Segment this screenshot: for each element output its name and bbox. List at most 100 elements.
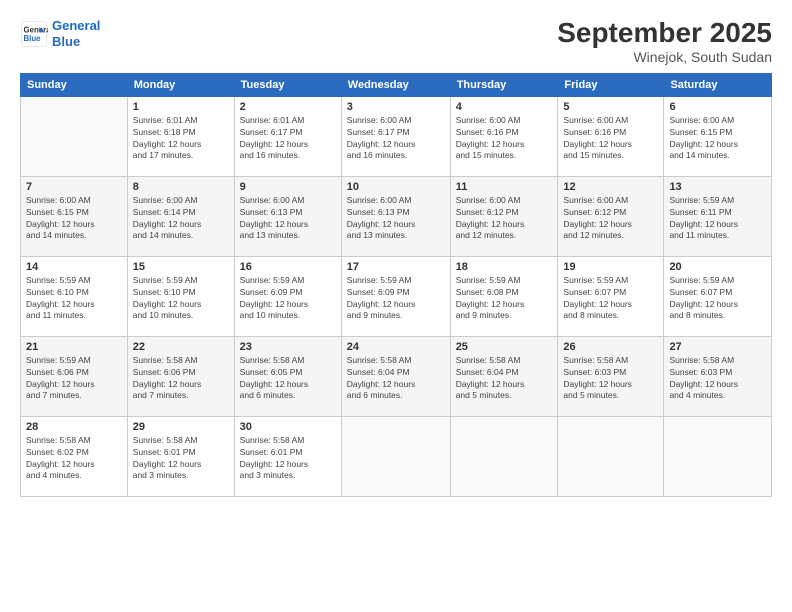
week-row-5: 28Sunrise: 5:58 AM Sunset: 6:02 PM Dayli… xyxy=(21,416,772,496)
day-info: Sunrise: 5:59 AM Sunset: 6:09 PM Dayligh… xyxy=(240,275,336,323)
svg-text:General: General xyxy=(24,25,49,34)
day-info: Sunrise: 6:00 AM Sunset: 6:16 PM Dayligh… xyxy=(563,115,658,163)
day-info: Sunrise: 5:58 AM Sunset: 6:06 PM Dayligh… xyxy=(133,355,229,403)
calendar-cell: 15 Sunrise: 5:59 AM Sunset: 6:10 PM Dayli… xyxy=(127,256,234,336)
calendar-cell xyxy=(558,416,664,496)
calendar-cell: 17 Sunrise: 5:59 AM Sunset: 6:09 PM Dayli… xyxy=(341,256,450,336)
calendar-cell: 20 Sunrise: 5:59 AM Sunset: 6:07 PM Dayli… xyxy=(664,256,772,336)
calendar-cell: 29 Sunrise: 5:58 AM Sunset: 6:01 PM Dayli… xyxy=(127,416,234,496)
day-number: 1 xyxy=(133,101,229,113)
month-title: September 2025 xyxy=(557,18,772,49)
day-number: 11 xyxy=(456,181,553,193)
location: Winejok, South Sudan xyxy=(557,49,772,65)
day-info: Sunrise: 5:59 AM Sunset: 6:09 PM Dayligh… xyxy=(347,275,445,323)
calendar-cell: 12Sunrise: 6:00 AM Sunset: 6:12 PM Dayli… xyxy=(558,176,664,256)
calendar-cell: 22 Sunrise: 5:58 AM Sunset: 6:06 PM Dayli… xyxy=(127,336,234,416)
calendar-cell: 19 Sunrise: 5:59 AM Sunset: 6:07 PM Dayli… xyxy=(558,256,664,336)
calendar-header-row: Sunday Monday Tuesday Wednesday Thursday… xyxy=(21,73,772,96)
day-number: 14 xyxy=(26,261,122,273)
calendar-cell: 1 Sunrise: 6:01 AM Sunset: 6:18 PM Daylig… xyxy=(127,96,234,176)
logo: General Blue General Blue xyxy=(20,18,100,49)
week-row-2: 7 Sunrise: 6:00 AM Sunset: 6:15 PM Daylig… xyxy=(21,176,772,256)
day-info: Sunrise: 6:00 AM Sunset: 6:17 PM Dayligh… xyxy=(347,115,445,163)
day-info: Sunrise: 6:00 AM Sunset: 6:12 PM Dayligh… xyxy=(456,195,553,243)
day-number: 13 xyxy=(669,181,766,193)
day-number: 27 xyxy=(669,341,766,353)
calendar-cell: 30 Sunrise: 5:58 AM Sunset: 6:01 PM Dayli… xyxy=(234,416,341,496)
col-wednesday: Wednesday xyxy=(341,73,450,96)
day-info: Sunrise: 6:00 AM Sunset: 6:16 PM Dayligh… xyxy=(456,115,553,163)
logo-text: General Blue xyxy=(52,18,100,49)
day-number: 3 xyxy=(347,101,445,113)
page: General Blue General Blue September 2025… xyxy=(0,0,792,612)
day-number: 6 xyxy=(669,101,766,113)
calendar-cell: 23 Sunrise: 5:58 AM Sunset: 6:05 PM Dayli… xyxy=(234,336,341,416)
day-info: Sunrise: 5:58 AM Sunset: 6:05 PM Dayligh… xyxy=(240,355,336,403)
day-number: 16 xyxy=(240,261,336,273)
day-number: 18 xyxy=(456,261,553,273)
calendar-table: Sunday Monday Tuesday Wednesday Thursday… xyxy=(20,73,772,497)
calendar-cell: 21Sunrise: 5:59 AM Sunset: 6:06 PM Dayli… xyxy=(21,336,128,416)
title-block: September 2025 Winejok, South Sudan xyxy=(557,18,772,65)
col-sunday: Sunday xyxy=(21,73,128,96)
day-number: 10 xyxy=(347,181,445,193)
calendar-cell: 18 Sunrise: 5:59 AM Sunset: 6:08 PM Dayli… xyxy=(450,256,558,336)
col-monday: Monday xyxy=(127,73,234,96)
calendar-cell: 24Sunrise: 5:58 AM Sunset: 6:04 PM Dayli… xyxy=(341,336,450,416)
day-info: Sunrise: 5:59 AM Sunset: 6:10 PM Dayligh… xyxy=(133,275,229,323)
day-info: Sunrise: 6:00 AM Sunset: 6:15 PM Dayligh… xyxy=(26,195,122,243)
day-info: Sunrise: 6:00 AM Sunset: 6:13 PM Dayligh… xyxy=(347,195,445,243)
day-info: Sunrise: 5:58 AM Sunset: 6:01 PM Dayligh… xyxy=(240,435,336,483)
day-number: 5 xyxy=(563,101,658,113)
week-row-3: 14 Sunrise: 5:59 AM Sunset: 6:10 PM Dayli… xyxy=(21,256,772,336)
day-number: 20 xyxy=(669,261,766,273)
day-number: 17 xyxy=(347,261,445,273)
day-number: 28 xyxy=(26,421,122,433)
calendar-cell: 16 Sunrise: 5:59 AM Sunset: 6:09 PM Dayli… xyxy=(234,256,341,336)
calendar-cell: 4 Sunrise: 6:00 AM Sunset: 6:16 PM Daylig… xyxy=(450,96,558,176)
day-number: 25 xyxy=(456,341,553,353)
calendar-cell: 13Sunrise: 5:59 AM Sunset: 6:11 PM Dayli… xyxy=(664,176,772,256)
header: General Blue General Blue September 2025… xyxy=(20,18,772,65)
calendar-cell: 10 Sunrise: 6:00 AM Sunset: 6:13 PM Dayli… xyxy=(341,176,450,256)
day-number: 9 xyxy=(240,181,336,193)
day-number: 19 xyxy=(563,261,658,273)
col-tuesday: Tuesday xyxy=(234,73,341,96)
day-number: 30 xyxy=(240,421,336,433)
day-info: Sunrise: 5:59 AM Sunset: 6:07 PM Dayligh… xyxy=(563,275,658,323)
logo-icon: General Blue xyxy=(20,20,48,48)
day-info: Sunrise: 6:00 AM Sunset: 6:14 PM Dayligh… xyxy=(133,195,229,243)
day-number: 29 xyxy=(133,421,229,433)
calendar-cell: 25Sunrise: 5:58 AM Sunset: 6:04 PM Dayli… xyxy=(450,336,558,416)
day-number: 21 xyxy=(26,341,122,353)
day-number: 23 xyxy=(240,341,336,353)
day-number: 26 xyxy=(563,341,658,353)
day-number: 8 xyxy=(133,181,229,193)
day-info: Sunrise: 5:58 AM Sunset: 6:01 PM Dayligh… xyxy=(133,435,229,483)
calendar-cell: 6Sunrise: 6:00 AM Sunset: 6:15 PM Daylig… xyxy=(664,96,772,176)
col-saturday: Saturday xyxy=(664,73,772,96)
day-info: Sunrise: 5:59 AM Sunset: 6:08 PM Dayligh… xyxy=(456,275,553,323)
col-friday: Friday xyxy=(558,73,664,96)
day-info: Sunrise: 6:01 AM Sunset: 6:18 PM Dayligh… xyxy=(133,115,229,163)
day-number: 4 xyxy=(456,101,553,113)
day-number: 7 xyxy=(26,181,122,193)
calendar-cell: 7 Sunrise: 6:00 AM Sunset: 6:15 PM Daylig… xyxy=(21,176,128,256)
day-info: Sunrise: 6:01 AM Sunset: 6:17 PM Dayligh… xyxy=(240,115,336,163)
calendar-cell: 26Sunrise: 5:58 AM Sunset: 6:03 PM Dayli… xyxy=(558,336,664,416)
calendar-cell: 5 Sunrise: 6:00 AM Sunset: 6:16 PM Daylig… xyxy=(558,96,664,176)
calendar-cell: 14Sunrise: 5:59 AM Sunset: 6:10 PM Dayli… xyxy=(21,256,128,336)
day-number: 22 xyxy=(133,341,229,353)
calendar-cell: 8 Sunrise: 6:00 AM Sunset: 6:14 PM Daylig… xyxy=(127,176,234,256)
calendar-cell: 27 Sunrise: 5:58 AM Sunset: 6:03 PM Dayli… xyxy=(664,336,772,416)
calendar-cell xyxy=(21,96,128,176)
calendar-cell: 11 Sunrise: 6:00 AM Sunset: 6:12 PM Dayli… xyxy=(450,176,558,256)
day-number: 24 xyxy=(347,341,445,353)
day-info: Sunrise: 6:00 AM Sunset: 6:13 PM Dayligh… xyxy=(240,195,336,243)
day-number: 15 xyxy=(133,261,229,273)
week-row-4: 21Sunrise: 5:59 AM Sunset: 6:06 PM Dayli… xyxy=(21,336,772,416)
calendar-cell xyxy=(450,416,558,496)
calendar-cell xyxy=(664,416,772,496)
day-info: Sunrise: 5:58 AM Sunset: 6:03 PM Dayligh… xyxy=(669,355,766,403)
day-info: Sunrise: 5:59 AM Sunset: 6:07 PM Dayligh… xyxy=(669,275,766,323)
